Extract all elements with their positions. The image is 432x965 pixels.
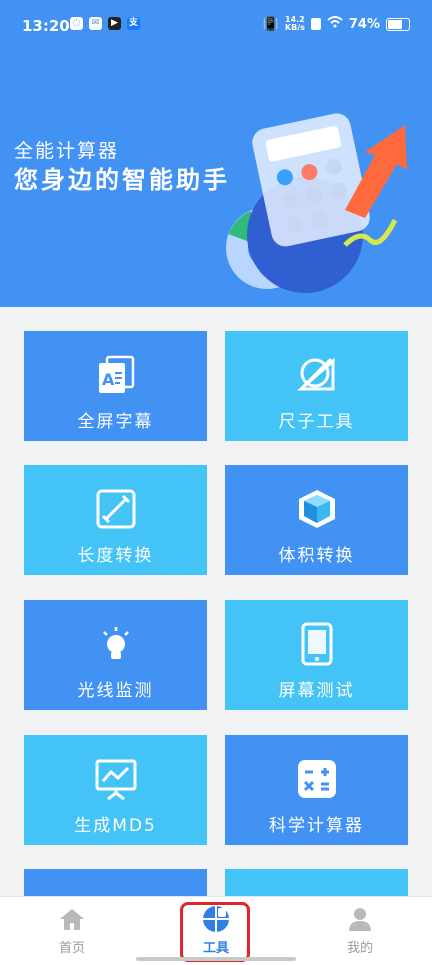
svg-text:A: A bbox=[102, 370, 115, 389]
subtitle-icon: A bbox=[94, 353, 138, 397]
calculator-illustration bbox=[226, 113, 407, 293]
tile-label: 科学计算器 bbox=[269, 816, 364, 836]
bulb-icon bbox=[94, 622, 138, 666]
presentation-icon bbox=[94, 757, 138, 801]
status-bar: 13:20 ◌ ✉ ▶ 支 📳 14.2 KB/s 74% bbox=[0, 0, 432, 52]
tile-screen-test[interactable]: 屏幕测试 bbox=[225, 600, 408, 710]
nav-home-label: 首页 bbox=[58, 941, 85, 956]
cube-icon bbox=[295, 487, 339, 531]
battery-percent: 74% bbox=[348, 16, 380, 32]
phone-screen-icon bbox=[295, 622, 339, 666]
status-right: 📳 14.2 KB/s 74% bbox=[263, 16, 410, 32]
net-speed-unit: KB/s bbox=[284, 23, 305, 32]
wifi-icon bbox=[327, 16, 343, 32]
tile-label: 长度转换 bbox=[77, 546, 154, 566]
tile-label: 尺子工具 bbox=[278, 412, 355, 432]
gesture-home-bar[interactable] bbox=[136, 957, 296, 961]
ruler-icon bbox=[295, 353, 339, 397]
tile-label: 全屏字幕 bbox=[77, 412, 154, 432]
nav-mine[interactable]: 我的 bbox=[310, 905, 410, 956]
tile-fullscreen-subtitle[interactable]: A 全屏字幕 bbox=[24, 331, 207, 441]
battery-icon bbox=[386, 17, 410, 31]
tile-label: 光线监测 bbox=[77, 681, 154, 701]
tile-length-convert[interactable]: 长度转换 bbox=[24, 465, 207, 575]
nav-mine-label: 我的 bbox=[346, 941, 373, 956]
length-icon bbox=[94, 487, 138, 531]
tile-light-monitor[interactable]: 光线监测 bbox=[24, 600, 207, 710]
status-time: 13:20 bbox=[22, 17, 70, 35]
tile-partial-right[interactable] bbox=[225, 869, 408, 899]
vibrate-icon: 📳 bbox=[262, 16, 279, 32]
tile-label: 屏幕测试 bbox=[278, 681, 355, 701]
net-speed: 14.2 KB/s bbox=[285, 16, 305, 32]
tile-label: 体积转换 bbox=[278, 546, 355, 566]
circle-app-icon: ◌ bbox=[70, 17, 83, 30]
tile-ruler-tool[interactable]: 尺子工具 bbox=[225, 331, 408, 441]
home-icon bbox=[22, 905, 122, 933]
calculator-icon bbox=[295, 757, 339, 801]
alipay-icon: 支 bbox=[127, 17, 140, 30]
tile-volume-convert[interactable]: 体积转换 bbox=[225, 465, 408, 575]
header-banner: 13:20 ◌ ✉ ▶ 支 📳 14.2 KB/s 74% 全能计算器 您身边的… bbox=[0, 0, 432, 307]
tile-partial-left[interactable] bbox=[24, 869, 207, 899]
app-title: 全能计算器 bbox=[14, 140, 120, 162]
tile-label: 生成MD5 bbox=[74, 816, 157, 836]
nav-home[interactable]: 首页 bbox=[22, 905, 122, 956]
play-icon: ▶ bbox=[108, 17, 121, 30]
app-subtitle: 您身边的智能助手 bbox=[14, 166, 230, 194]
user-icon bbox=[310, 905, 410, 933]
highlight-annotation-box bbox=[180, 902, 250, 962]
mail-icon: ✉ bbox=[89, 17, 102, 30]
sim-icon bbox=[310, 18, 321, 30]
status-app-icons: ◌ ✉ ▶ 支 bbox=[70, 17, 140, 30]
tile-generate-md5[interactable]: 生成MD5 bbox=[24, 735, 207, 845]
tile-scientific-calculator[interactable]: 科学计算器 bbox=[225, 735, 408, 845]
